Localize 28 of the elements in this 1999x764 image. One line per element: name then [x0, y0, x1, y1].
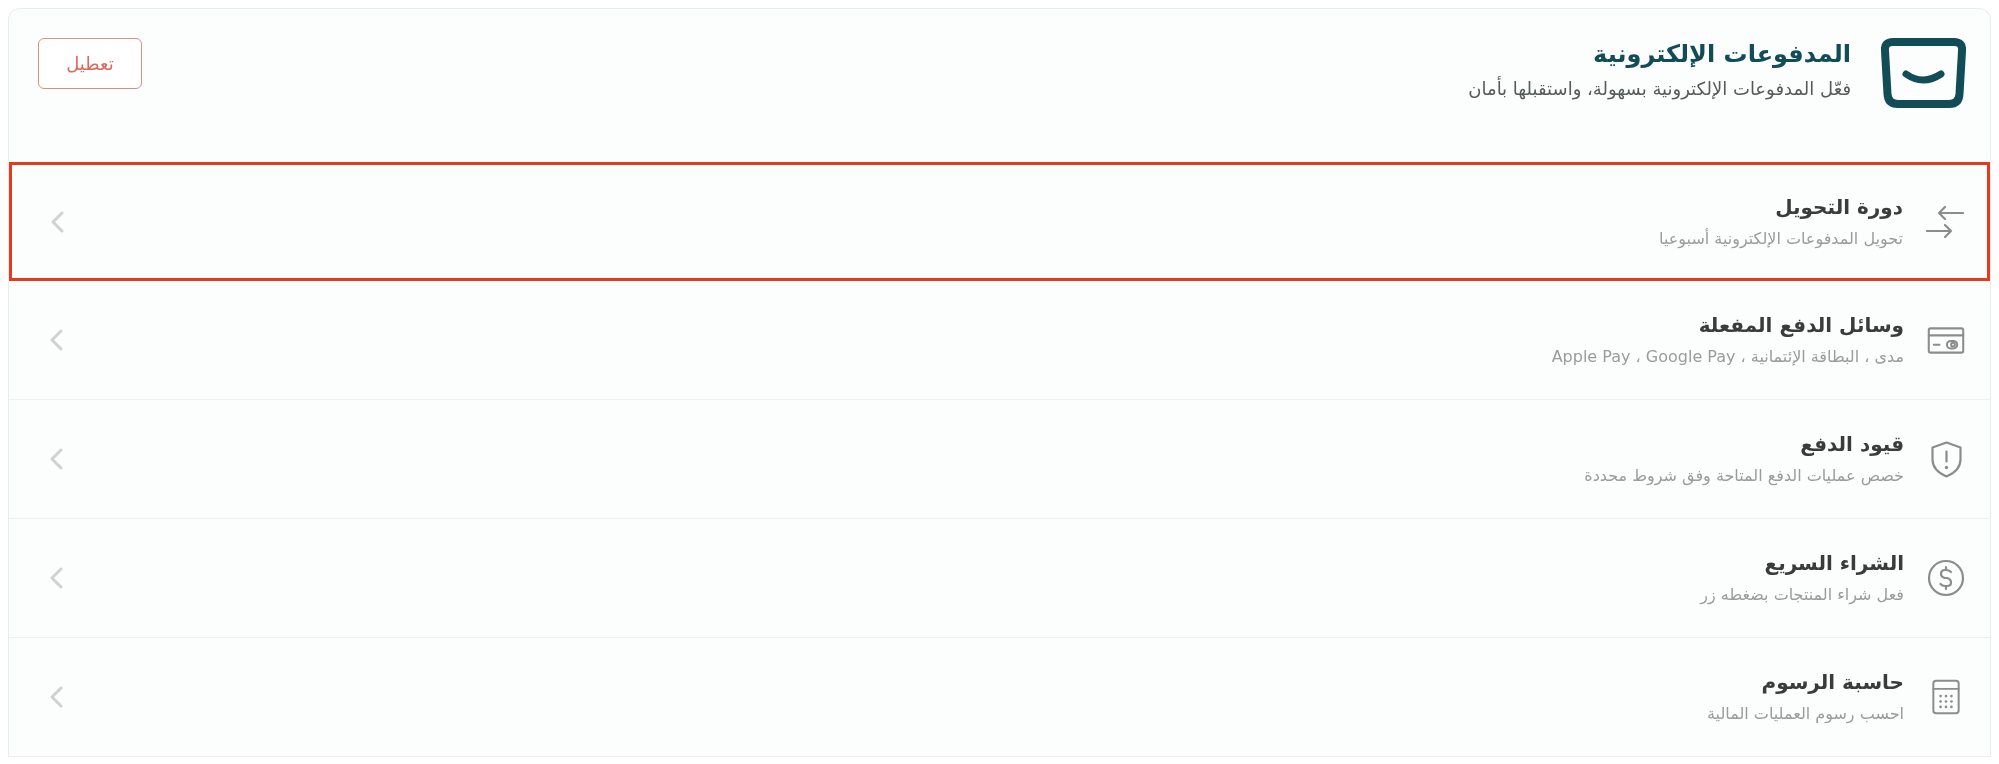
logo-icon — [1881, 38, 1966, 108]
setting-title: الشراء السريع — [1763, 550, 1904, 577]
setting-description: احسب رسوم العمليات المالية — [1706, 703, 1904, 726]
setting-title: وسائل الدفع المفعلة — [1697, 312, 1904, 339]
setting-description: مدى ، البطاقة الإئتمانية ، Apple Pay ، Google Pay — [1550, 346, 1904, 368]
settings-row[interactable]: دورة التحويل تحويل المدفوعات الإلكترونية أسبوعيا — [9, 162, 1990, 281]
chevron-icon — [49, 567, 63, 589]
dollar-circle-icon — [1927, 559, 1965, 597]
chevron-icon — [50, 210, 64, 233]
setting-title: دورة التحويل — [1774, 193, 1903, 221]
settings-row[interactable]: الشراء السريع فعل شراء المنتجات بضغطه زر — [9, 519, 1990, 638]
swap-arrows-icon — [1926, 204, 1964, 239]
settings-row[interactable]: حاسبة الرسوم احسب رسوم العمليات المالية — [9, 638, 1990, 757]
calculator-icon — [1932, 678, 1960, 716]
setting-title: قيود الدفع — [1799, 431, 1904, 458]
setting-description: فعل شراء المنتجات بضغطه زر — [1698, 584, 1904, 607]
chevron-icon — [49, 329, 63, 351]
card-icon — [1927, 326, 1965, 354]
page-subtitle: فعّل المدفوعات الإلكترونية بسهولة، واستقبلها بأمان — [1467, 76, 1851, 102]
chevron-icon — [49, 686, 63, 708]
setting-description: تحويل المدفوعات الإلكترونية أسبوعيا — [1658, 227, 1903, 251]
settings-row[interactable]: قيود الدفع خصص عمليات الدفع المتاحة وفق شروط محددة — [9, 400, 1990, 519]
settings-row[interactable]: وسائل الدفع المفعلة مدى ، البطاقة الإئتمانية ، Apple Pay ، Google Pay — [9, 281, 1990, 400]
chevron-icon — [49, 448, 63, 470]
setting-title: حاسبة الرسوم — [1760, 669, 1904, 696]
shield-alert-icon — [1930, 440, 1962, 478]
page-title: المدفوعات الإلكترونية — [1592, 39, 1851, 70]
setting-description: خصص عمليات الدفع المتاحة وفق شروط محددة — [1583, 465, 1904, 488]
